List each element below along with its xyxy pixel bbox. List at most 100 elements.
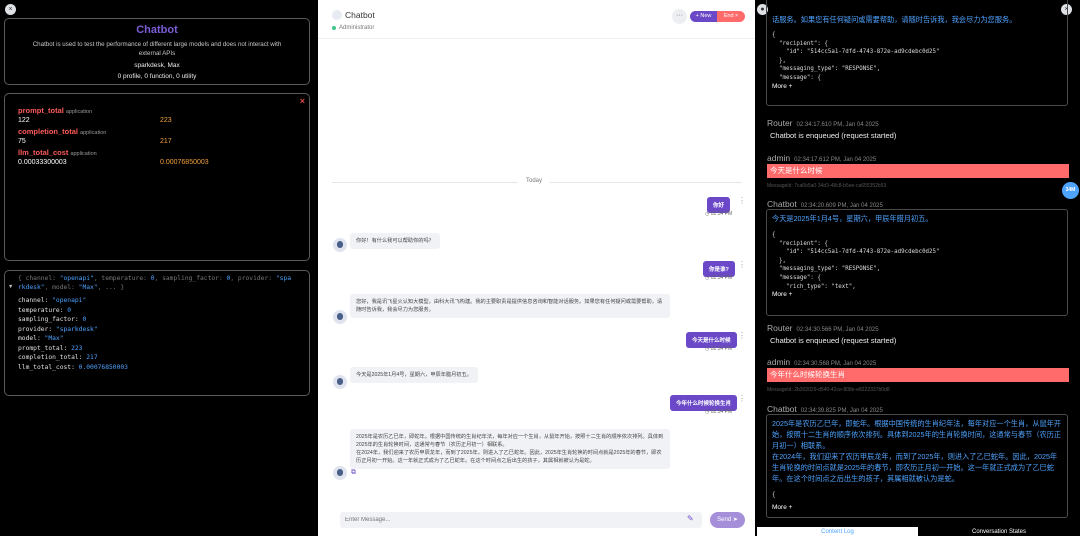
- log-text: 在2024年，我们迎来了农历甲辰龙年，而到了2025年，则进入了乙巳蛇年。因此，…: [772, 452, 1058, 483]
- json-line: "recipient": {: [772, 240, 828, 247]
- message-time: ◷ 02:34 PM: [705, 409, 733, 415]
- bot-avatar-icon: [333, 375, 347, 389]
- user-role: Administrator: [339, 25, 375, 31]
- json-line: "message": {: [772, 274, 821, 281]
- log-event-text: Chatbot is enqueued (request started): [770, 336, 897, 345]
- bot-info-card: Chatbot Chatbot is used to test the perf…: [4, 18, 310, 85]
- message-menu-icon[interactable]: ⋮: [738, 260, 746, 269]
- json-line: "id": "514cc5a1-7dfd-4743-872e-ad9cdebc0…: [772, 49, 940, 56]
- bot-title: Chatbot: [136, 24, 178, 36]
- json-line: model: "Max": [18, 335, 64, 342]
- metric-key: completion_total: [18, 127, 79, 136]
- day-label: Today: [518, 178, 551, 184]
- metric-value: 75: [18, 138, 26, 145]
- metric-key: prompt_total: [18, 106, 64, 115]
- bot-avatar-icon: [333, 238, 347, 252]
- metric-tag: application: [70, 151, 97, 157]
- log-event-header: Router 02:34:17.610 PM, Jan 04 2025: [767, 118, 879, 128]
- json-line: provider: "sparkdesk": [18, 325, 98, 333]
- bot-avatar-icon: [333, 310, 347, 324]
- bot-message: 你好！有什么我可以帮助你的吗？: [350, 233, 440, 249]
- json-line: llm_total_cost: 0.00076850003: [18, 363, 128, 371]
- state-json-card: { channel: "openapi", temperature: 0, sa…: [4, 270, 310, 396]
- chat-title: Chatbot: [345, 10, 375, 20]
- json-line: completion_total: 217: [18, 354, 98, 361]
- log-event-header: admin 02:34:17.612 PM, Jan 04 2025: [767, 153, 877, 163]
- end-conversation-button[interactable]: End ×: [717, 11, 745, 22]
- json-line: sampling_factor: 0: [18, 316, 87, 323]
- log-response-block: 今天是2025年1月4号，星期六，甲辰年腊月初五。 { "recipient":…: [766, 209, 1068, 316]
- admin-message-box: 今年什么时候轮换生肖: [767, 368, 1069, 382]
- log-event-header: Chatbot 02:34:39.825 PM, Jan 04 2025: [767, 404, 883, 414]
- more-button[interactable]: More +: [772, 83, 1062, 92]
- json-summary-line-2: rkdesk", model: "Max", ... }: [18, 284, 125, 291]
- metric-llm-cost: llm_total_cost application 0.00033300003 …: [18, 148, 308, 166]
- admin-message-box: 今天是什么时候: [767, 164, 1069, 178]
- pen-icon[interactable]: ✎: [687, 514, 694, 523]
- log-event-header: Router 02:34:30.566 PM, Jan 04 2025: [767, 323, 879, 333]
- bot-message-paragraph: 在2024年，我们迎来了农历甲辰龙年，而到了2025年，则进入了乙巳蛇年。因此，…: [356, 450, 662, 464]
- copy-icon[interactable]: ⧉: [351, 469, 356, 477]
- metric-tag: application: [65, 109, 93, 115]
- tab-content-log[interactable]: Content Log: [757, 527, 918, 536]
- message-id: MessageId: 2b302029-d540-42ce-808e-e8222…: [767, 387, 890, 393]
- metric-total: 217: [160, 138, 172, 145]
- more-options-button[interactable]: ···: [672, 9, 687, 24]
- tab-conversation-states[interactable]: Conversation States: [918, 527, 1080, 536]
- online-status-dot: [332, 26, 336, 30]
- json-line: prompt_total: 223: [18, 344, 83, 352]
- metric-key: llm_total_cost: [18, 148, 69, 157]
- json-line: "recipient": {: [772, 40, 828, 47]
- expand-triangle-icon[interactable]: ▼: [9, 283, 12, 292]
- new-conversation-button[interactable]: + New: [690, 11, 717, 22]
- message-time: ◷ 02:34 PM: [705, 346, 733, 352]
- log-text: 话服务。如果您有任何疑问或需要帮助，请随时告诉我，我会尽力为您服务。: [772, 15, 1017, 24]
- metric-tag: application: [80, 130, 107, 136]
- log-event-text: Chatbot is enqueued (request started): [770, 131, 897, 140]
- bot-message: 今天是2025年1月4号，星期六，甲辰年腊月初五。: [350, 367, 478, 383]
- log-text: 今天是2025年1月4号，星期六，甲辰年腊月初五。: [772, 214, 933, 223]
- json-summary-line[interactable]: { channel: "openapi", temperature: 0, sa…: [18, 274, 291, 283]
- memory-badge: 34M: [1062, 182, 1079, 199]
- metric-value: 0.00033300003: [18, 159, 67, 166]
- message-menu-icon[interactable]: ⋮: [738, 394, 746, 403]
- json-line: "id": "514cc5a1-7dfd-4743-872e-ad9cdebc0…: [772, 249, 940, 256]
- json-line: },: [772, 257, 786, 264]
- log-event-header: Chatbot 02:34:20.609 PM, Jan 04 2025: [767, 199, 883, 209]
- log-scroll-area[interactable]: 话服务。如果您有任何疑问或需要帮助，请随时告诉我，我会尽力为您服务。 { "re…: [760, 0, 1080, 526]
- header-divider: [318, 38, 755, 39]
- json-line: channel: "openapi": [18, 297, 87, 304]
- message-menu-icon[interactable]: ⋮: [738, 331, 746, 340]
- json-line: "rich_type": "text",: [772, 283, 856, 290]
- more-button[interactable]: More +: [772, 504, 1062, 513]
- metric-total: 223: [160, 117, 172, 124]
- bot-model: sparkdesk, Max: [134, 62, 180, 69]
- json-line: },: [772, 57, 786, 64]
- bot-message: 您好，我是讯飞星火认知大模型，由科大讯飞构建。我的主要职责是提供信息咨询和智能对…: [350, 294, 670, 318]
- usage-card: × prompt_total application 122 223 comple…: [4, 93, 310, 261]
- message-id: MessageId: 7ca6b5a0-34d3-48c8-b5ee-ca655…: [767, 183, 887, 189]
- close-left-panel-icon[interactable]: ×: [5, 4, 16, 15]
- bot-message-paragraph: 2025年是农历乙巳年，即蛇年。根据中国传统的生肖纪年法，每年对应一个生肖，从鼠…: [356, 434, 664, 448]
- metric-value: 122: [18, 117, 30, 124]
- json-line: {: [772, 492, 776, 498]
- close-usage-icon[interactable]: ×: [300, 96, 305, 106]
- chat-panel: Chatbot Administrator ··· + New End × To…: [318, 0, 755, 536]
- message-menu-icon[interactable]: ⋮: [738, 196, 746, 205]
- bot-message: 2025年是农历乙巳年，即蛇年。根据中国传统的生肖纪年法，每年对应一个生肖，从鼠…: [350, 429, 670, 469]
- json-line: "messaging_type": "RESPONSE",: [772, 266, 881, 273]
- log-response-block: 话服务。如果您有任何疑问或需要帮助，请随时告诉我，我会尽力为您服务。 { "re…: [766, 0, 1068, 106]
- json-line: {: [772, 32, 776, 38]
- json-line: "messaging_type": "RESPONSE",: [772, 66, 881, 73]
- json-line: {: [772, 232, 776, 238]
- message-time: ◷ 02:34 PM: [705, 211, 733, 217]
- bot-avatar: [332, 10, 342, 20]
- bot-summary: 0 profile, 0 function, 0 utility: [117, 73, 197, 80]
- message-input[interactable]: [340, 512, 702, 528]
- json-line: "message": {: [772, 74, 821, 81]
- metric-prompt-total: prompt_total application 122 223: [18, 106, 308, 124]
- json-line: temperature: 0: [18, 306, 72, 314]
- more-button[interactable]: More +: [772, 291, 1062, 300]
- send-button[interactable]: Send ➤: [710, 512, 745, 528]
- log-response-block: 2025年是农历乙巳年，即蛇年。根据中国传统的生肖纪年法，每年对应一个生肖，从鼠…: [766, 414, 1068, 518]
